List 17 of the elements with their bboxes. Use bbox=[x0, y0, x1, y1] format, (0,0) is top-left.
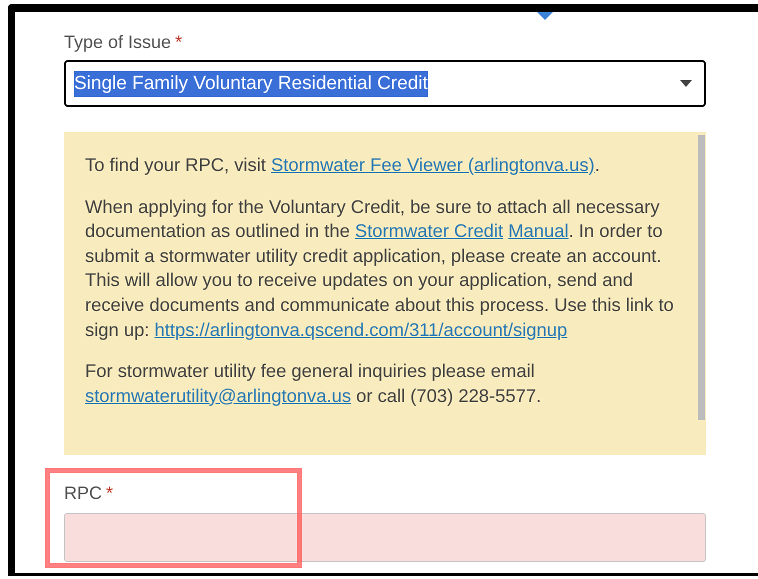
link[interactable]: https://arlingtonva.qscend.com/311/account/signup bbox=[154, 318, 568, 340]
field-label: Type of Issue bbox=[64, 30, 172, 54]
required-mark: * bbox=[175, 30, 182, 54]
rpc-input[interactable] bbox=[64, 513, 706, 562]
required-mark: * bbox=[106, 482, 114, 504]
info-paragraph: To find your RPC, visit Stormwater Fee Viewer (arlingtonva.us). bbox=[85, 153, 601, 177]
link[interactable]: Manual bbox=[508, 220, 569, 242]
field-label: RPC bbox=[64, 482, 102, 504]
info-paragraph: For stormwater utility fee general inquiries please email stormwaterutility@arlingtonva.us or call (703) 228-5577. bbox=[85, 359, 542, 408]
link[interactable]: stormwaterutility@arlingtonva.us bbox=[85, 384, 352, 406]
link[interactable]: Stormwater Credit bbox=[354, 220, 504, 242]
link[interactable]: Stormwater Fee Viewer (arlingtonva.us) bbox=[271, 154, 595, 175]
scrollbar-thumb[interactable] bbox=[698, 135, 705, 420]
caret-icon bbox=[680, 80, 692, 87]
info-paragraph: When applying for the Voluntary Credit, be sure to attach all necessary documentation as outlined in the Stormwater Credit Manual. In order to submit a stormwater utility credit application, please create an account. This will allow you to receive updates on your application, send and receive documents and communicate about this process. Use this link to sign up: https://arlingtonva.qscend.com/311/account/signup bbox=[85, 194, 675, 342]
issue-type-select[interactable]: Single Family Voluntary Residential Credit bbox=[64, 60, 706, 107]
pointer-icon bbox=[537, 12, 553, 20]
